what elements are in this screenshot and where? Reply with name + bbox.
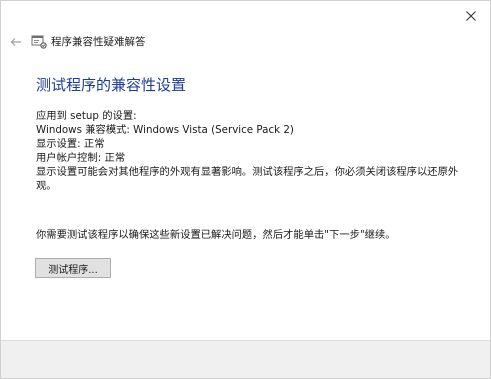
- settings-summary: 应用到 setup 的设置: Windows 兼容模式: Windows Vis…: [36, 109, 476, 193]
- test-program-button[interactable]: 测试程序...: [35, 258, 111, 278]
- header-title: 程序兼容性疑难解答: [51, 36, 146, 48]
- troubleshooter-window: 程序兼容性疑难解答 测试程序的兼容性设置 应用到 setup 的设置: Wind…: [0, 0, 491, 379]
- close-button[interactable]: [458, 5, 484, 25]
- close-icon: [466, 6, 476, 25]
- footer-bar: [1, 340, 490, 378]
- display-note-text: 显示设置可能会对其他程序的外观有显著影响。测试该程序之后，你必须关闭该程序以还原…: [36, 166, 459, 192]
- display-settings-text: 显示设置: 正常: [36, 138, 105, 150]
- applied-to-text: 应用到 setup 的设置:: [36, 110, 137, 122]
- back-arrow-icon: [10, 32, 22, 51]
- page-title: 测试程序的兼容性设置: [36, 76, 187, 94]
- uac-text: 用户帐户控制: 正常: [36, 152, 126, 164]
- test-prompt-text: 你需要测试该程序以确保这些新设置已解决问题，然后才能单击"下一步"继续。: [36, 229, 396, 241]
- compat-mode-text: Windows 兼容模式: Windows Vista (Service Pac…: [36, 124, 294, 136]
- troubleshooter-icon: [31, 34, 47, 49]
- back-button[interactable]: [7, 32, 25, 50]
